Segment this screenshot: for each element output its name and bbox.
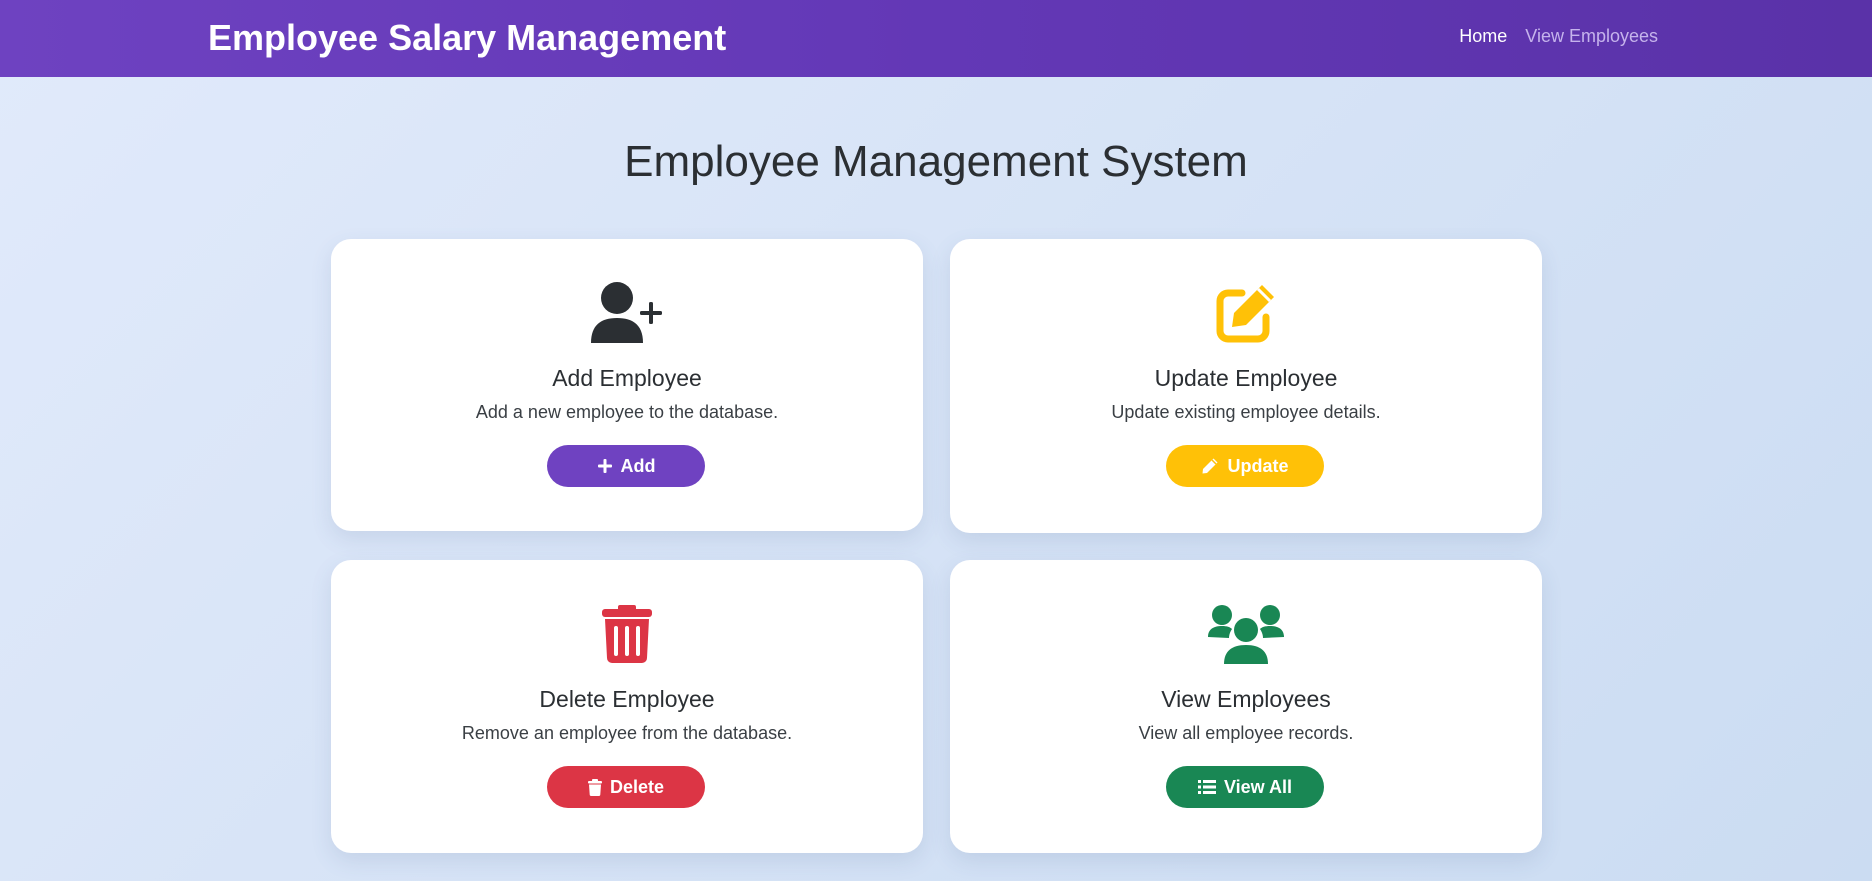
- card-title: Delete Employee: [539, 686, 715, 712]
- user-plus-icon: [331, 281, 923, 345]
- trash-small-icon: [587, 778, 602, 796]
- card-description: View all employee records.: [1138, 723, 1354, 743]
- add-button[interactable]: Add: [547, 445, 705, 487]
- card-description: Update existing employee details.: [1111, 402, 1381, 422]
- update-button[interactable]: Update: [1166, 445, 1324, 487]
- card-title: Update Employee: [1154, 365, 1338, 391]
- card-title: View Employees: [1161, 686, 1331, 712]
- edit-icon: [950, 281, 1542, 345]
- navbar: Employee Salary Management Home View Emp…: [0, 0, 1872, 77]
- card-description: Remove an employee from the database.: [461, 723, 793, 743]
- update-button-label: Update: [1227, 455, 1289, 476]
- view-all-button-label: View All: [1223, 776, 1293, 797]
- delete-employee-card: Delete Employee Remove an employee from …: [331, 560, 923, 853]
- brand-title[interactable]: Employee Salary Management: [208, 16, 726, 60]
- list-icon: [1197, 779, 1216, 795]
- card-title: Add Employee: [552, 365, 702, 391]
- view-employees-card: View Employees View all employee records…: [950, 560, 1542, 853]
- update-employee-card: Update Employee Update existing employee…: [950, 239, 1542, 533]
- delete-button-label: Delete: [609, 776, 665, 797]
- page-title: Employee Management System: [624, 137, 1248, 186]
- nav-link-view-employees[interactable]: View Employees: [1525, 24, 1658, 48]
- delete-button[interactable]: Delete: [547, 766, 705, 808]
- view-all-button[interactable]: View All: [1166, 766, 1324, 808]
- add-employee-card: Add Employee Add a new employee to the d…: [331, 239, 923, 531]
- nav-link-home[interactable]: Home: [1459, 24, 1507, 48]
- nav-links: Home View Employees: [1459, 24, 1658, 48]
- add-button-label: Add: [620, 455, 656, 476]
- plus-icon: [597, 458, 613, 474]
- trash-icon: [331, 602, 923, 666]
- pencil-icon: [1201, 457, 1219, 475]
- card-description: Add a new employee to the database.: [475, 402, 779, 422]
- users-icon: [950, 602, 1542, 666]
